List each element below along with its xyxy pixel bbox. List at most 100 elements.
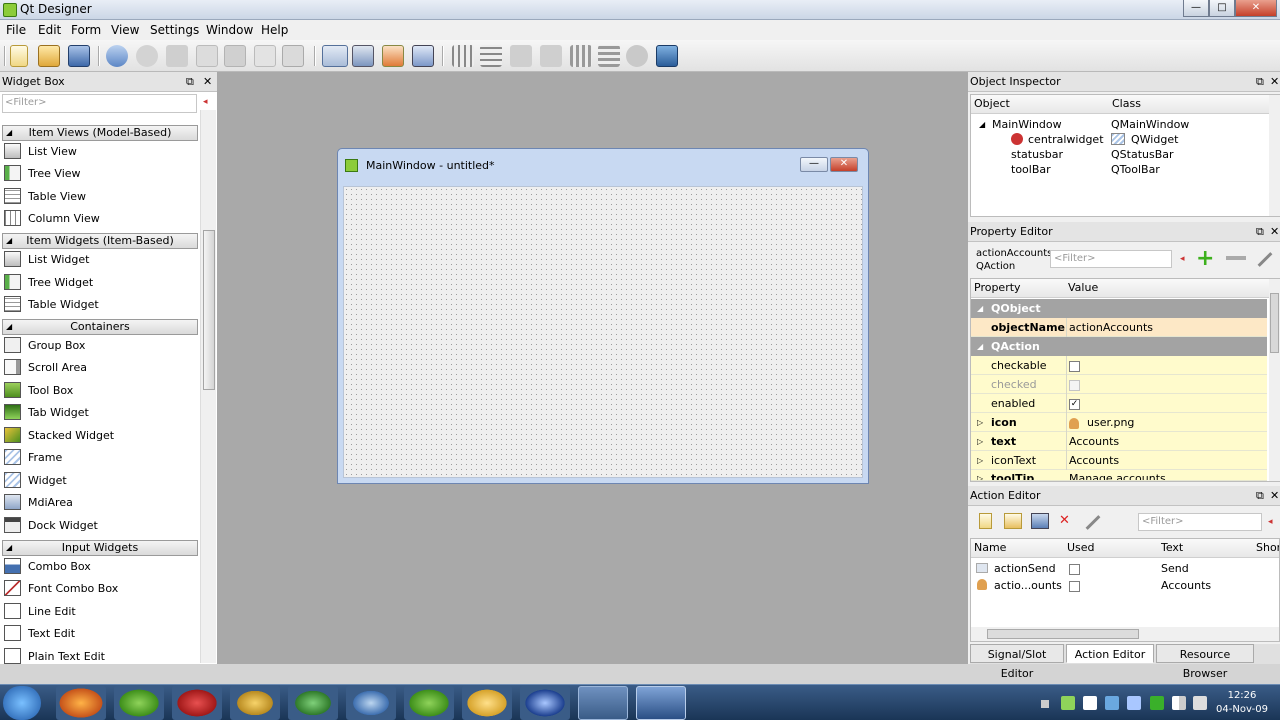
object-name[interactable]: centralwidget bbox=[1028, 132, 1104, 147]
list-item[interactable]: Combo Box bbox=[4, 557, 194, 577]
save-icon[interactable] bbox=[68, 45, 90, 67]
layout-v-splitter-icon[interactable] bbox=[540, 45, 562, 67]
object-name[interactable]: statusbar bbox=[1011, 147, 1063, 162]
close-icon[interactable]: ✕ bbox=[1270, 72, 1279, 91]
app-icon[interactable] bbox=[230, 686, 280, 720]
column-header-object[interactable]: Object bbox=[971, 95, 1109, 114]
action-table[interactable]: Name Used Text Shor actionSend Send acti… bbox=[970, 538, 1280, 642]
eclipse-icon[interactable] bbox=[520, 686, 570, 720]
clear-filter-icon[interactable]: ◂ bbox=[203, 97, 208, 107]
layout-h-splitter-icon[interactable] bbox=[510, 45, 532, 67]
checkable-checkbox[interactable] bbox=[1069, 360, 1080, 372]
inspector-scrollbar[interactable] bbox=[1269, 95, 1280, 216]
property-scrollbar[interactable] bbox=[1269, 279, 1280, 481]
edit-tab-order-icon[interactable] bbox=[412, 45, 434, 67]
copy-action-icon[interactable] bbox=[1004, 513, 1022, 529]
tab-signal-slot-editor[interactable]: Signal/Slot Editor bbox=[970, 644, 1064, 680]
property-value[interactable]: actionAccounts bbox=[1069, 318, 1153, 337]
list-item[interactable]: Column View bbox=[4, 209, 194, 229]
property-row[interactable]: checked bbox=[971, 375, 1267, 394]
cut-icon[interactable] bbox=[166, 45, 188, 67]
adjust-size-icon[interactable] bbox=[656, 45, 678, 67]
category-item-views[interactable]: ◢ Item Views (Model-Based) bbox=[2, 125, 198, 141]
list-item[interactable]: Tool Box bbox=[4, 381, 194, 401]
lower-icon[interactable] bbox=[254, 45, 276, 67]
form-canvas-grid[interactable] bbox=[343, 186, 863, 478]
close-icon[interactable]: ✕ bbox=[203, 72, 212, 91]
property-value[interactable]: Accounts bbox=[1069, 451, 1119, 470]
add-property-icon[interactable]: + bbox=[1196, 246, 1214, 271]
column-header-shortcut[interactable]: Shor bbox=[1253, 539, 1279, 558]
list-item[interactable]: List View bbox=[4, 142, 194, 162]
qt-designer-taskbar-icon[interactable] bbox=[636, 686, 686, 720]
action-filter-input[interactable]: <Filter> bbox=[1138, 513, 1262, 531]
layout-vertical-icon[interactable] bbox=[480, 45, 502, 67]
object-inspector-tree[interactable]: Object Class ◢ MainWindow QMainWindow ce… bbox=[970, 94, 1280, 217]
column-header-value[interactable]: Value bbox=[1065, 279, 1269, 298]
tray-app-icon[interactable] bbox=[1083, 696, 1097, 710]
column-header-name[interactable]: Name bbox=[971, 539, 1064, 558]
list-item[interactable]: Line Edit bbox=[4, 602, 194, 622]
menu-window[interactable]: Window bbox=[206, 23, 253, 37]
start-orb-icon[interactable] bbox=[3, 686, 41, 720]
close-icon[interactable]: ✕ bbox=[1270, 222, 1279, 241]
property-row[interactable]: ▷ text Accounts bbox=[971, 432, 1267, 451]
list-item[interactable]: Table View bbox=[4, 187, 194, 207]
layout-grid-icon[interactable] bbox=[570, 45, 592, 67]
list-item[interactable]: Group Box bbox=[4, 336, 194, 356]
property-value[interactable]: Accounts bbox=[1069, 432, 1119, 451]
edit-signals-icon[interactable] bbox=[352, 45, 374, 67]
menu-form[interactable]: Form bbox=[71, 23, 101, 37]
property-row[interactable]: objectName actionAccounts bbox=[971, 318, 1267, 337]
app-icon[interactable] bbox=[114, 686, 164, 720]
edit-widgets-icon[interactable] bbox=[322, 45, 348, 67]
scrollbar-thumb[interactable] bbox=[987, 629, 1139, 639]
raise-icon[interactable] bbox=[282, 45, 304, 67]
maximize-button[interactable]: □ bbox=[1209, 0, 1235, 17]
property-row[interactable]: enabled ✓ bbox=[971, 394, 1267, 413]
property-group-qaction[interactable]: ◢ QAction bbox=[971, 337, 1267, 356]
qt-creator-icon[interactable] bbox=[578, 686, 628, 720]
list-item[interactable]: Tree View bbox=[4, 164, 194, 184]
tab-resource-browser[interactable]: Resource Browser bbox=[1156, 644, 1254, 680]
minimize-button[interactable]: — bbox=[1183, 0, 1209, 17]
list-item[interactable]: Table Widget bbox=[4, 295, 194, 315]
tray-app-icon[interactable] bbox=[1150, 696, 1164, 710]
copy-icon[interactable] bbox=[196, 45, 218, 67]
menu-view[interactable]: View bbox=[111, 23, 139, 37]
float-icon[interactable]: ⧉ bbox=[186, 72, 194, 91]
layout-horizontal-icon[interactable] bbox=[452, 45, 474, 67]
delete-action-icon[interactable]: ✕ bbox=[1059, 513, 1070, 528]
list-item[interactable]: Plain Text Edit bbox=[4, 647, 194, 667]
network-app-icon[interactable] bbox=[346, 686, 396, 720]
enabled-checkbox[interactable]: ✓ bbox=[1069, 398, 1080, 410]
scrollbar-thumb[interactable] bbox=[203, 230, 215, 390]
form-minimize-button[interactable]: — bbox=[800, 157, 828, 172]
remove-property-icon[interactable] bbox=[1226, 256, 1246, 260]
menu-settings[interactable]: Settings bbox=[150, 23, 199, 37]
list-item[interactable]: Font Combo Box bbox=[4, 579, 194, 599]
list-item[interactable]: Tab Widget bbox=[4, 403, 194, 423]
app-icon[interactable] bbox=[288, 686, 338, 720]
tray-expand-icon[interactable] bbox=[1041, 700, 1049, 708]
form-close-button[interactable]: ✕ bbox=[830, 157, 858, 172]
app-icon[interactable] bbox=[404, 686, 454, 720]
property-row[interactable]: ▷ iconText Accounts bbox=[971, 451, 1267, 470]
object-name[interactable]: MainWindow bbox=[992, 117, 1062, 132]
category-input-widgets[interactable]: ◢ Input Widgets bbox=[2, 540, 198, 556]
property-row[interactable]: ▷ icon user.png bbox=[971, 413, 1267, 432]
list-item[interactable]: Stacked Widget bbox=[4, 426, 194, 446]
action-h-scrollbar[interactable] bbox=[971, 627, 1279, 641]
list-item[interactable]: MdiArea bbox=[4, 493, 194, 513]
widget-filter-input[interactable]: <Filter> bbox=[2, 94, 197, 113]
list-item[interactable]: List Widget bbox=[4, 250, 194, 270]
menu-edit[interactable]: Edit bbox=[38, 23, 61, 37]
configure-icon[interactable] bbox=[1257, 252, 1273, 267]
app-icon[interactable] bbox=[172, 686, 222, 720]
expand-arrow-icon[interactable]: ▷ bbox=[977, 413, 983, 432]
configure-icon[interactable] bbox=[1085, 515, 1101, 530]
column-header-class[interactable]: Class bbox=[1109, 95, 1269, 114]
tray-app-icon[interactable] bbox=[1061, 696, 1075, 710]
new-icon[interactable] bbox=[10, 45, 28, 67]
list-item[interactable]: Text Edit bbox=[4, 624, 194, 644]
